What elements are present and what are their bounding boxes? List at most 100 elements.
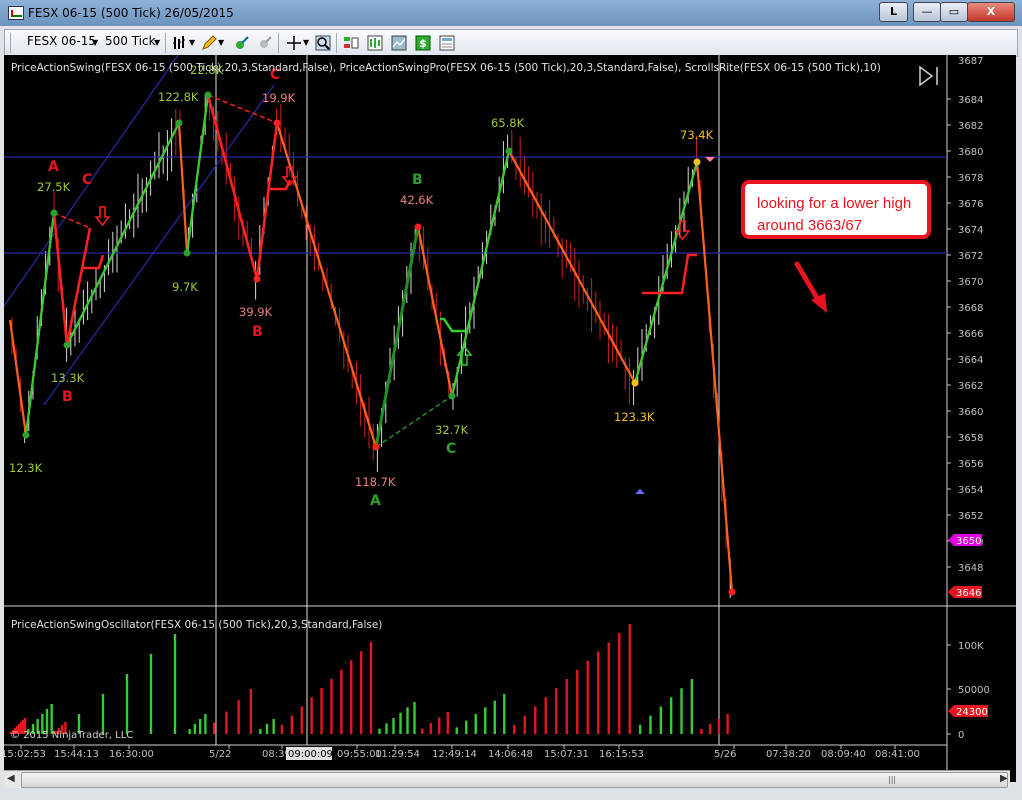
bar-style-icon[interactable] [172,35,188,51]
oscillator-marker: 24300 [948,705,988,718]
triangle-down-marker-icon [705,157,715,162]
crosshair-time-badge: 09:00:09 [286,747,333,760]
swing-high-point [50,209,58,217]
annotation-arrow-icon[interactable] [794,261,827,313]
swing-label: C [446,441,456,457]
price-tick-label: 3652 [958,511,983,522]
abc-dash-3 [375,395,453,448]
interval-selector[interactable]: 500 Tick [105,34,156,48]
swing-low-point [728,588,736,596]
swing-high-point [175,119,183,127]
snap-mode-icon[interactable] [234,35,250,51]
time-tick-label: 12:49:14 [432,749,477,760]
price-bars [11,94,731,598]
swing-high-point [273,119,281,127]
price-marker-3646: 3646 [948,586,982,599]
toolbar-separator [165,33,166,53]
drawing-dropdown-icon[interactable]: ▼ [218,38,224,47]
up-swing-1 [24,212,56,436]
link-button[interactable]: L [879,2,908,22]
up-swing-4 [374,226,420,448]
oscillator-axis: 100K 50000 0 [947,641,990,741]
swing-label: B [412,172,423,188]
swing-label: 19.9K [262,91,296,105]
title-bar[interactable]: FESX 06-15 (500 Tick) 26/05/2015 L — ▭ X [0,0,1022,26]
horizontal-scrollbar[interactable]: ◀ ||| ▶ [4,770,1010,788]
chart-app-icon [8,6,24,20]
time-tick-label: 08:09:40 [821,749,866,760]
swing-label: B [62,389,73,405]
price-tick-label: 3674 [958,225,983,236]
instrument-dropdown-icon[interactable]: ▼ [92,38,98,47]
swing-low-point [631,379,639,387]
close-button[interactable]: X [967,2,1015,22]
price-tick-label: 3678 [958,173,983,184]
price-tick-label: 3656 [958,459,983,470]
crosshair-dropdown-icon[interactable]: ▼ [303,38,309,47]
scroll-left-icon[interactable]: ◀ [7,773,15,784]
price-tick-label: 3670 [958,277,983,288]
toolbar-separator [336,33,337,53]
instrument-selector[interactable]: FESX 06-15 [27,34,96,48]
indicator-label: PriceActionSwing(FESX 06-15 (500 Tick),2… [11,62,881,74]
data-box-icon[interactable] [439,35,455,51]
swing-low-point [253,275,261,283]
strategies-icon[interactable] [367,35,383,51]
swing-high-point [204,91,212,99]
swing-label: A [370,493,381,509]
swing-label: 122.8K [158,90,199,104]
chart-scroll-end-icon[interactable] [919,65,938,87]
drawing-tool-pencil-icon[interactable] [201,35,217,51]
time-tick-label: 11:29:54 [375,749,420,760]
chart-trader-dollar-icon[interactable]: $ [415,35,431,51]
osc-tick-label: 100K [958,641,984,652]
svg-text:3650: 3650 [956,536,981,547]
price-tick-label: 3658 [958,433,983,444]
indicators-icon[interactable] [343,35,359,51]
global-draw-icon[interactable] [257,35,273,51]
annotation-text-box[interactable]: looking for a lower high around 3663/67 [741,180,931,239]
time-axis: 15:02:5315:44:1316:30:005/2208:39:00:090… [4,745,920,760]
price-tick-label: 3682 [958,121,983,132]
minimize-button[interactable]: — [913,2,941,22]
target-step-3 [440,317,465,333]
chart-properties-icon[interactable] [391,35,407,51]
crosshair-icon[interactable] [286,35,302,51]
maximize-button[interactable]: ▭ [940,2,968,22]
abc-down-swing-2 [206,94,279,280]
zoom-icon[interactable] [315,35,331,51]
price-tick-label: 3666 [958,329,983,340]
swing-low-point [372,443,380,451]
interval-dropdown-icon[interactable]: ▼ [154,38,160,47]
swing-label: C [82,172,92,188]
scrollbar-thumb[interactable] [21,772,1008,788]
price-tick-label: 3684 [958,95,983,106]
price-chart-canvas[interactable]: 12.3K27.5KAC13.3KB122.8K22.8K C19.9K9.7K3… [4,55,1016,770]
time-tick-label: 15:07:31 [544,749,589,760]
price-tick-label: 3668 [958,303,983,314]
swing-low-point [22,431,30,439]
time-tick-label: 15:02:53 [4,749,46,760]
up-swing-6 [633,161,699,384]
price-tick-label: 3676 [958,199,983,210]
time-tick-label: 16:15:53 [599,749,644,760]
swing-label: B [252,324,263,340]
up-swing-3 [185,94,210,254]
chart-toolbar: FESX 06-15 ▼ 500 Tick ▼ ▼ ▼ ▼ $ [4,29,1018,57]
price-tick-label: 3664 [958,355,983,366]
bar-style-dropdown-icon[interactable]: ▼ [189,38,195,47]
osc-tick-label: 0 [958,730,964,741]
chart-area[interactable]: 12.3K 27.5K A C 13.3K B 122.8K 22.8K C 19.9K 9.7K 3… [4,55,1016,788]
abc-down-swing-1 [52,212,92,346]
swing-low-point [448,392,456,400]
swing-label: 13.3K [51,371,85,385]
osc-tick-label: 50000 [958,685,990,696]
scroll-right-icon[interactable]: ▶ [1000,773,1008,784]
svg-text:$: $ [419,37,427,50]
swing-high-point [414,223,422,231]
price-tick-label: 3660 [958,407,983,418]
time-tick-label: 5/22 [209,749,231,760]
swing-label: 65.8K [491,116,525,130]
time-tick-label: 07:38:20 [766,749,811,760]
ninjatrader-chart-window: FESX 06-15 (500 Tick) 26/05/2015 L — ▭ X… [0,0,1022,800]
